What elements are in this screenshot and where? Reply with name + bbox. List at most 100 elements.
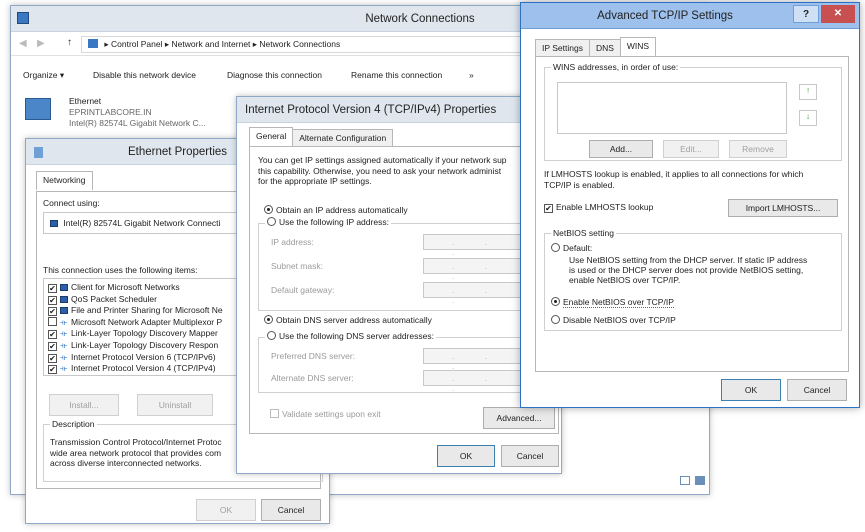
- up-icon[interactable]: ↑: [67, 37, 72, 48]
- protocol-icon: ⟛: [60, 364, 68, 374]
- tab-wins[interactable]: WINS: [619, 37, 657, 56]
- breadcrumb-control-panel[interactable]: Control Panel: [111, 39, 163, 49]
- default-gateway-field[interactable]: . . .: [423, 282, 528, 305]
- window-title: Internet Protocol Version 4 (TCP/IPv4) P…: [245, 104, 497, 116]
- forward-icon[interactable]: ▶: [37, 38, 45, 49]
- add-button[interactable]: Add...: [589, 140, 653, 158]
- enable-lmhosts-label: Enable LMHOSTS lookup: [556, 202, 654, 212]
- edit-button[interactable]: Edit...: [663, 140, 719, 158]
- alternate-dns-field[interactable]: . . .: [423, 370, 528, 393]
- subnet-mask-field[interactable]: . . .: [423, 258, 528, 281]
- breadcrumb-network-connections[interactable]: Network Connections: [259, 39, 340, 49]
- title-bar: Internet Protocol Version 4 (TCP/IPv4) P…: [237, 97, 561, 123]
- adapter-device: Intel(R) 82574L Gigabit Network C...: [69, 118, 206, 128]
- ok-button[interactable]: OK: [437, 445, 495, 467]
- tab-networking[interactable]: Networking: [36, 171, 93, 190]
- diagnose-button[interactable]: Diagnose this connection: [227, 70, 322, 80]
- wins-panel: WINS addresses, in order of use: ↑ ↓ Add…: [535, 56, 849, 372]
- tab-general[interactable]: General: [249, 127, 294, 146]
- protocol-icon: ⟛: [60, 340, 68, 350]
- connect-using-label: Connect using:: [43, 198, 100, 208]
- subnet-mask-label: Subnet mask:: [271, 261, 323, 271]
- obtain-dns-auto-radio[interactable]: [264, 315, 273, 324]
- breadcrumb-network-internet[interactable]: Network and Internet: [172, 39, 251, 49]
- disable-netbios-radio[interactable]: [551, 315, 560, 324]
- alternate-dns-label: Alternate DNS server:: [271, 373, 354, 383]
- cancel-button[interactable]: Cancel: [261, 499, 321, 521]
- tiles-view-icon[interactable]: [695, 476, 705, 485]
- obtain-ip-auto-option[interactable]: Obtain an IP address automatically: [264, 205, 408, 215]
- disable-device-button[interactable]: Disable this network device: [93, 70, 196, 80]
- details-view-icon[interactable]: [680, 476, 690, 485]
- default-description: Use NetBIOS setting from the DHCP server…: [569, 255, 808, 285]
- use-following-dns-radio[interactable]: [267, 331, 276, 340]
- ip-address-field[interactable]: . . .: [423, 234, 528, 257]
- advanced-button[interactable]: Advanced...: [483, 407, 555, 429]
- protocol-icon: ⟛: [60, 329, 68, 339]
- ok-button[interactable]: OK: [196, 499, 256, 521]
- use-following-ip-label: Use the following IP address:: [279, 217, 389, 227]
- close-button[interactable]: ✕: [821, 5, 855, 23]
- enable-netbios-label: Enable NetBIOS over TCP/IP: [563, 297, 674, 308]
- item-label: Link-Layer Topology Discovery Mapper: [71, 328, 218, 339]
- move-down-button[interactable]: ↓: [799, 110, 817, 126]
- item-checkbox[interactable]: ✔: [48, 307, 57, 317]
- validate-checkbox[interactable]: [270, 409, 279, 418]
- validate-option[interactable]: Validate settings upon exit: [270, 409, 381, 419]
- wins-addresses-group: WINS addresses, in order of use: ↑ ↓ Add…: [544, 62, 842, 161]
- items-label: This connection uses the following items…: [43, 265, 198, 275]
- title-bar: Advanced TCP/IP Settings ? ✕: [521, 3, 859, 29]
- enable-lmhosts-option[interactable]: ✔ Enable LMHOSTS lookup: [544, 202, 653, 213]
- preferred-dns-field[interactable]: . . .: [423, 348, 528, 371]
- dns-choice-label[interactable]: Use the following DNS server addresses:: [265, 331, 436, 341]
- disable-netbios-option[interactable]: Disable NetBIOS over TCP/IP: [551, 315, 676, 325]
- rename-button[interactable]: Rename this connection: [351, 70, 442, 80]
- item-checkbox[interactable]: ✔: [48, 353, 57, 363]
- item-checkbox[interactable]: ✔: [48, 330, 57, 340]
- ip-choice-label[interactable]: Use the following IP address:: [265, 217, 391, 227]
- obtain-dns-auto-option[interactable]: Obtain DNS server address automatically: [264, 315, 432, 325]
- enable-netbios-radio[interactable]: [551, 297, 560, 306]
- ip-address-label: IP address:: [271, 237, 314, 247]
- description-label: Description: [50, 419, 97, 429]
- more-commands-button[interactable]: »: [469, 70, 474, 80]
- move-up-button[interactable]: ↑: [799, 84, 817, 100]
- default-radio[interactable]: [551, 243, 560, 252]
- computer-icon: [60, 295, 68, 303]
- item-checkbox[interactable]: ✔: [48, 341, 57, 351]
- uninstall-button[interactable]: Uninstall: [137, 394, 213, 416]
- import-lmhosts-button[interactable]: Import LMHOSTS...: [728, 199, 838, 217]
- netbios-group: NetBIOS setting Default: Use NetBIOS set…: [544, 228, 842, 331]
- cancel-button[interactable]: Cancel: [501, 445, 559, 467]
- obtain-ip-auto-radio[interactable]: [264, 205, 273, 214]
- obtain-dns-auto-label: Obtain DNS server address automatically: [276, 315, 432, 325]
- protocol-icon: ⟛: [60, 317, 68, 327]
- lmhosts-info: If LMHOSTS lookup is enabled, it applies…: [544, 169, 804, 190]
- ok-button[interactable]: OK: [721, 379, 781, 401]
- help-button[interactable]: ?: [793, 5, 819, 23]
- install-button[interactable]: Install...: [49, 394, 119, 416]
- default-gateway-label: Default gateway:: [271, 285, 335, 295]
- enable-lmhosts-checkbox[interactable]: ✔: [544, 204, 553, 213]
- enable-netbios-option[interactable]: Enable NetBIOS over TCP/IP: [551, 297, 674, 308]
- cancel-button[interactable]: Cancel: [787, 379, 847, 401]
- disable-netbios-label: Disable NetBIOS over TCP/IP: [563, 315, 676, 325]
- item-checkbox[interactable]: ✔: [48, 365, 57, 375]
- item-checkbox[interactable]: [48, 316, 57, 326]
- adapter-domain: EPRINTLABCORE.IN: [69, 107, 152, 117]
- netbios-label: NetBIOS setting: [551, 228, 616, 238]
- item-label: QoS Packet Scheduler: [71, 293, 157, 304]
- wins-addresses-label: WINS addresses, in order of use:: [551, 62, 681, 72]
- breadcrumb[interactable]: ▸ Control Panel ▸ Network and Internet ▸…: [81, 36, 521, 53]
- remove-button[interactable]: Remove: [729, 140, 787, 158]
- default-option[interactable]: Default:: [551, 243, 592, 253]
- organize-menu[interactable]: Organize ▾: [23, 70, 64, 81]
- use-following-ip-radio[interactable]: [267, 217, 276, 226]
- dns-group: Use the following DNS server addresses: …: [258, 331, 556, 393]
- adapter-name: Intel(R) 82574L Gigabit Network Connecti: [63, 218, 221, 228]
- item-checkbox[interactable]: ✔: [48, 295, 57, 305]
- item-checkbox[interactable]: ✔: [48, 284, 57, 293]
- wins-address-list[interactable]: [557, 82, 787, 134]
- adapter-item[interactable]: Ethernet EPRINTLABCORE.IN Intel(R) 82574…: [23, 94, 233, 134]
- back-icon[interactable]: ◀: [19, 38, 27, 49]
